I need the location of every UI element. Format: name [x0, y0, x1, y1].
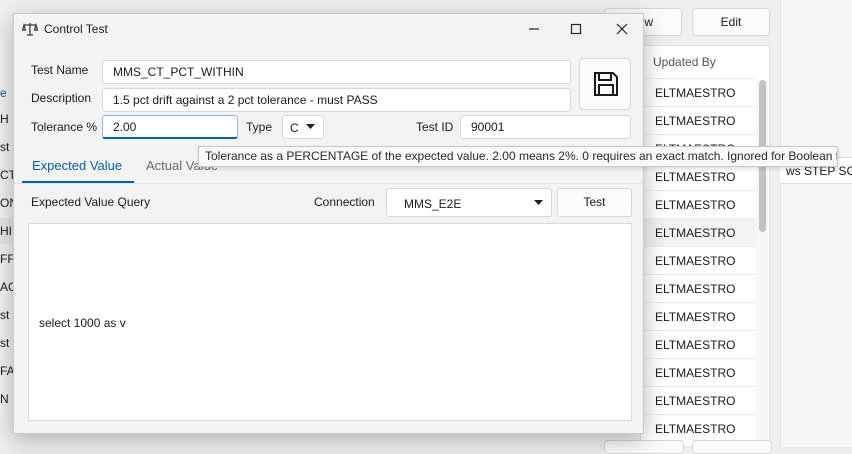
tolerance-input[interactable]: 2.00: [102, 115, 238, 139]
table-row[interactable]: ELTMAESTRO: [641, 386, 757, 414]
query-editor[interactable]: select 1000 as v: [28, 223, 632, 421]
test-name-label: Test Name: [31, 63, 89, 77]
close-button[interactable]: [599, 14, 645, 44]
save-button[interactable]: [579, 58, 631, 110]
maximize-button[interactable]: [553, 14, 599, 44]
minimize-button[interactable]: [511, 14, 557, 44]
tolerance-tooltip: Tolerance as a PERCENTAGE of the expecte…: [198, 146, 838, 167]
left-grid-fragment[interactable]: st 5: [0, 134, 14, 160]
connection-select[interactable]: MMS_E2E: [386, 188, 552, 217]
type-label: Type: [246, 120, 273, 134]
left-grid-fragment[interactable]: FF: [0, 246, 14, 272]
tab-divider: [14, 183, 643, 184]
title-bar[interactable]: Control Test: [14, 14, 643, 44]
test-connection-button[interactable]: Test: [557, 188, 632, 217]
table-row[interactable]: ELTMAESTRO: [641, 330, 757, 358]
description-label: Description: [31, 91, 92, 105]
table-row[interactable]: ELTMAESTRO: [641, 106, 757, 134]
edit-button[interactable]: Edit: [692, 8, 770, 36]
test-id-input[interactable]: 90001: [460, 115, 631, 139]
view-button-label: w: [644, 15, 653, 29]
left-grid-fragment[interactable]: e: [0, 80, 14, 106]
dialog-title: Control Test: [44, 22, 108, 36]
chevron-down-icon: [306, 124, 315, 129]
close-icon: [616, 23, 628, 35]
left-grid-fragment[interactable]: N: [0, 386, 14, 412]
minimize-icon: [529, 28, 539, 30]
control-test-dialog: Control Test Test Name MMS_CT_PCT_WITHIN…: [13, 13, 644, 434]
floppy-disk-icon: [594, 72, 618, 96]
table-row[interactable]: ELTMAESTRO: [641, 302, 757, 330]
left-grid-fragment[interactable]: ON: [0, 190, 14, 216]
grid-vertical-scrollbar[interactable]: [756, 80, 768, 440]
bottom-button-1[interactable]: [604, 440, 684, 454]
test-name-input[interactable]: MMS_CT_PCT_WITHIN: [102, 60, 571, 84]
description-input[interactable]: 1.5 pct drift against a 2 pct tolerance …: [102, 88, 571, 112]
tolerance-label: Tolerance %: [31, 120, 98, 134]
edit-button-label: Edit: [720, 15, 742, 29]
left-grid-fragment[interactable]: HI: [0, 218, 14, 244]
tab-expected-value[interactable]: Expected Value: [32, 158, 122, 173]
maximize-icon: [570, 23, 582, 35]
left-grid-fragment[interactable]: AC: [0, 274, 14, 300]
table-row[interactable]: ELTMAESTRO: [641, 78, 757, 106]
query-label: Expected Value Query: [31, 195, 151, 209]
test-id-label: Test ID: [416, 120, 454, 134]
left-grid-fragment[interactable]: st 1: [0, 302, 14, 328]
scale-icon: [21, 21, 39, 37]
grid-header-updated-by[interactable]: Updated By: [653, 55, 716, 69]
tests-grid[interactable]: Updated By ELTMAESTRO ELTMAESTRO ELTMAESTR…: [640, 45, 770, 447]
table-row[interactable]: ELTMAESTRO: [641, 358, 757, 386]
left-grid-fragment[interactable]: CT: [0, 162, 14, 188]
connection-select-value: MMS_E2E: [404, 197, 462, 211]
connection-label: Connection: [314, 195, 375, 209]
bottom-button-2[interactable]: [692, 440, 772, 454]
table-row[interactable]: ELTMAESTRO: [641, 274, 757, 302]
table-row[interactable]: ELTMAESTRO: [641, 414, 757, 442]
query-text: select 1000 as v: [39, 316, 126, 330]
table-row[interactable]: ELTMAESTRO: [641, 246, 757, 274]
table-row[interactable]: ELTMAESTRO: [641, 190, 757, 218]
type-select-value: C: [290, 121, 299, 135]
left-grid-fragment[interactable]: st 2: [0, 330, 14, 356]
right-panel: [780, 0, 852, 447]
left-grid-fragment[interactable]: H: [0, 106, 14, 132]
test-button-label: Test: [583, 195, 606, 209]
chevron-down-icon: [534, 200, 543, 205]
type-select[interactable]: C: [282, 115, 324, 139]
left-grid-fragment[interactable]: FA: [0, 358, 14, 384]
table-row[interactable]: ELTMAESTRO: [641, 218, 757, 246]
